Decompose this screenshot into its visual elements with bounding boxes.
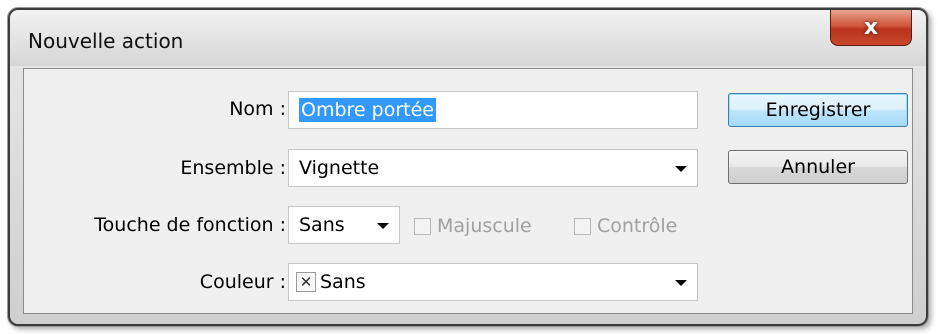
- dialog-title: Nouvelle action: [28, 29, 184, 53]
- controle-checkbox-box[interactable]: [574, 217, 591, 235]
- dialog-body: Nom : Ombre portée Ensemble : Vignette T…: [23, 68, 913, 314]
- majuscule-checkbox[interactable]: Majuscule: [414, 215, 532, 237]
- ensemble-select-value: Vignette: [299, 157, 380, 179]
- couleur-label: Couleur :: [199, 271, 286, 293]
- controle-checkbox[interactable]: Contrôle: [574, 215, 677, 237]
- chevron-down-icon: [377, 223, 389, 229]
- nom-label: Nom :: [229, 98, 286, 120]
- touche-label: Touche de fonction :: [94, 214, 286, 236]
- couleur-select-value: Sans: [320, 271, 366, 293]
- chevron-down-icon: [675, 166, 687, 172]
- touche-select[interactable]: Sans: [288, 206, 400, 244]
- enregistrer-button[interactable]: Enregistrer: [728, 93, 908, 127]
- majuscule-checkbox-box[interactable]: [414, 217, 431, 235]
- nom-input-value: Ombre portée: [299, 98, 436, 122]
- controle-label: Contrôle: [597, 215, 678, 237]
- x-swatch-icon: ✕: [296, 272, 316, 292]
- annuler-button[interactable]: Annuler: [728, 150, 908, 184]
- ensemble-label: Ensemble :: [180, 157, 286, 179]
- couleur-select[interactable]: ✕ Sans: [288, 263, 698, 301]
- dialog-window: Nouvelle action x Nom : Ombre portée Ens…: [8, 8, 928, 326]
- close-icon: x: [863, 15, 879, 40]
- title-bar[interactable]: Nouvelle action x: [10, 10, 926, 66]
- ensemble-select[interactable]: Vignette: [288, 149, 698, 187]
- majuscule-label: Majuscule: [437, 215, 532, 237]
- nom-input[interactable]: Ombre portée: [288, 91, 698, 129]
- chevron-down-icon: [675, 280, 687, 286]
- touche-select-value: Sans: [299, 214, 345, 236]
- close-button[interactable]: x: [830, 10, 912, 46]
